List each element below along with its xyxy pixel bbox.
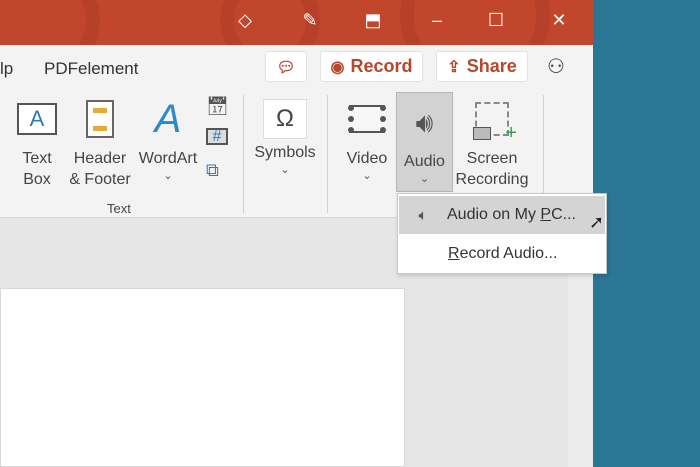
comment-icon: 💬︎ xyxy=(276,58,296,76)
audio-button[interactable]: 🔊︎ Audio ⌄ xyxy=(396,92,453,192)
minimize-icon[interactable]: – xyxy=(425,10,449,31)
record-button[interactable]: ◉ Record xyxy=(320,51,423,82)
screen-recording-label-1: Screen xyxy=(466,150,518,167)
menu-item-audio-on-my-pc[interactable]: 🔈︎ Audio on My PC... xyxy=(399,196,605,234)
share-icon: ⇪ xyxy=(447,58,461,76)
chevron-down-icon: ⌄ xyxy=(362,170,372,182)
text-group-label: Text xyxy=(107,201,131,216)
share-label: Share xyxy=(466,56,517,76)
mouse-cursor-icon: ➚ xyxy=(589,212,605,232)
text-box-label-1: Text xyxy=(22,150,52,167)
maximize-icon[interactable]: ☐ xyxy=(484,10,508,31)
wordart-icon: A xyxy=(154,96,182,141)
symbols-button[interactable]: Ω Symbols ⌄ xyxy=(252,90,318,177)
speaker-icon: 🔊︎ xyxy=(415,106,434,138)
audio-on-pc-label: Audio on My PC... xyxy=(447,206,576,223)
screen-recording-label-2: Recording xyxy=(455,171,529,188)
magic-wand-icon[interactable]: ✎ xyxy=(298,10,322,31)
record-audio-label: Record Audio... xyxy=(448,245,558,262)
symbols-label: Symbols xyxy=(254,144,316,161)
slide-number-icon[interactable]: # xyxy=(206,128,228,145)
audio-label: Audio xyxy=(404,153,445,170)
record-icon: ◉ xyxy=(330,58,345,76)
screen-recording-button[interactable]: + Screen Recording xyxy=(453,90,531,190)
close-icon[interactable]: ✕ xyxy=(547,10,571,31)
slide-canvas[interactable] xyxy=(0,288,405,467)
date-time-icon[interactable]: 📅︎ xyxy=(206,96,229,117)
title-bar: ◇ ✎ ⬒ – ☐ ✕ xyxy=(0,0,593,45)
wordart-button[interactable]: A WordArt ⌄ xyxy=(136,90,200,183)
diamond-icon[interactable]: ◇ xyxy=(233,10,257,31)
text-box-icon: A xyxy=(17,103,57,135)
divider xyxy=(327,95,328,213)
header-footer-icon xyxy=(86,100,114,138)
text-box-label-2: Box xyxy=(23,171,51,188)
share-button[interactable]: ⇪ Share xyxy=(436,51,528,82)
screen-recording-icon: + xyxy=(473,102,517,144)
header-footer-label-1: Header xyxy=(73,150,127,167)
tab-pdfelement[interactable]: PDFelement xyxy=(44,59,138,79)
powerpoint-window: ◇ ✎ ⬒ – ☐ ✕ lp PDFelement 💬︎ ◉ Record ⇪ Sh… xyxy=(0,0,607,467)
restore-ribbon-icon[interactable]: ⬒ xyxy=(361,10,385,31)
chevron-down-icon: ⌄ xyxy=(419,173,430,185)
object-icon[interactable]: ⧉ xyxy=(206,160,219,181)
video-label: Video xyxy=(346,150,388,167)
film-icon xyxy=(348,105,386,133)
menu-item-record-audio[interactable]: Record Audio... xyxy=(399,235,605,273)
header-footer-label-2: & Footer xyxy=(69,171,131,188)
audio-dropdown-menu: 🔈︎ Audio on My PC... Record Audio... xyxy=(397,193,607,274)
speaker-icon: 🔈︎ xyxy=(418,206,428,224)
comments-button[interactable]: 💬︎ xyxy=(265,51,307,82)
omega-icon: Ω xyxy=(263,99,307,139)
wordart-label: WordArt xyxy=(138,150,198,167)
record-label: Record xyxy=(350,56,413,76)
tab-help[interactable]: lp xyxy=(0,59,13,79)
video-button[interactable]: Video ⌄ xyxy=(340,90,394,183)
header-footer-button[interactable]: Header & Footer xyxy=(64,90,136,190)
text-box-button[interactable]: A Text Box xyxy=(12,90,62,190)
chevron-down-icon: ⌄ xyxy=(280,164,290,176)
presenter-coach-icon[interactable]: ⚇ xyxy=(547,54,565,79)
divider xyxy=(243,95,244,213)
chevron-down-icon: ⌄ xyxy=(163,170,173,182)
